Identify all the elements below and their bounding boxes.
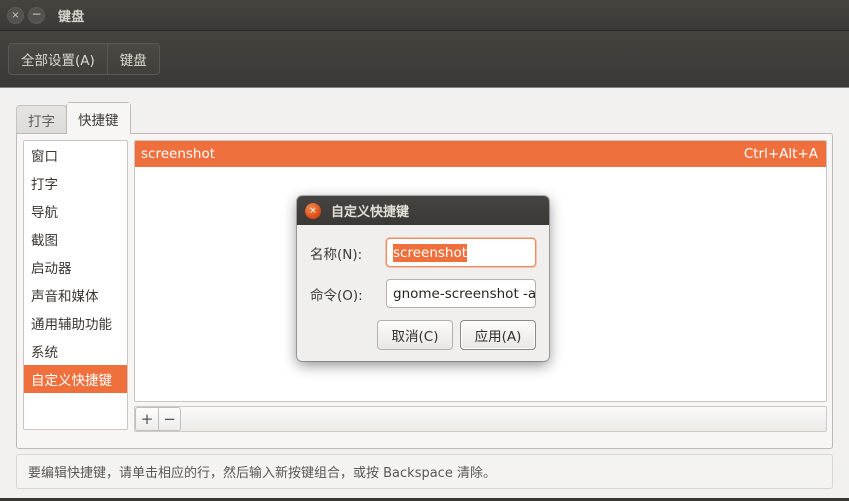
minus-icon[interactable]: − bbox=[158, 407, 181, 431]
dialog-buttons: 取消(C) 应用(A) bbox=[310, 320, 536, 350]
plus-icon[interactable]: + bbox=[135, 407, 158, 431]
sidebar-item-system[interactable]: 系统 bbox=[24, 337, 127, 365]
sidebar-item-sound-and-media[interactable]: 声音和媒体 bbox=[24, 281, 127, 309]
window-titlebar: × − 键盘 bbox=[0, 0, 849, 31]
shortcut-accelerator: Ctrl+Alt+A bbox=[743, 146, 818, 162]
tab-shortcuts[interactable]: 快捷键 bbox=[66, 102, 131, 134]
close-icon[interactable]: × bbox=[7, 6, 24, 24]
sidebar-item-screenshots[interactable]: 截图 bbox=[24, 225, 127, 253]
sidebar-item-navigation[interactable]: 导航 bbox=[24, 197, 127, 225]
dialog-title: 自定义快捷键 bbox=[331, 205, 410, 220]
settings-toolbar: 全部设置(A) 键盘 bbox=[0, 31, 849, 88]
window-title: 键盘 bbox=[58, 9, 85, 25]
table-row[interactable]: screenshot Ctrl+Alt+A bbox=[135, 141, 826, 167]
command-field[interactable]: gnome-screenshot -a bbox=[386, 279, 536, 308]
command-label: 命令(O): bbox=[310, 287, 363, 304]
tabstrip: 打字 快捷键 bbox=[16, 102, 131, 134]
sidebar-item-typing[interactable]: 打字 bbox=[24, 169, 127, 197]
command-row: 命令(O): gnome-screenshot -a bbox=[310, 279, 536, 308]
tab-typing[interactable]: 打字 bbox=[16, 105, 67, 134]
category-list[interactable]: 窗口 打字 导航 截图 启动器 声音和媒体 通用辅助功能 系统 自定义快捷键 bbox=[23, 140, 128, 430]
name-label: 名称(N): bbox=[310, 246, 363, 263]
name-field-value: screenshot bbox=[393, 243, 468, 262]
keyboard-settings-window: × − 键盘 全部设置(A) 键盘 打字 快捷键 窗口 打字 导航 截图 启动器… bbox=[0, 0, 849, 501]
sidebar-item-custom-shortcuts[interactable]: 自定义快捷键 bbox=[24, 365, 127, 393]
name-row: 名称(N): screenshot bbox=[310, 238, 536, 267]
sidebar-item-universal-access[interactable]: 通用辅助功能 bbox=[24, 309, 127, 337]
keyboard-button[interactable]: 键盘 bbox=[106, 43, 160, 75]
dialog-body: 名称(N): screenshot 命令(O): gnome-screensho… bbox=[297, 225, 549, 361]
toolbar-button-group: 全部设置(A) 键盘 bbox=[8, 43, 160, 75]
hint-text: 要编辑快捷键，请单击相应的行，然后输入新按键组合，或按 Backspace 清除… bbox=[16, 454, 833, 489]
custom-shortcut-dialog: × 自定义快捷键 名称(N): screenshot 命令(O): gnome-… bbox=[297, 196, 549, 361]
shortcut-name: screenshot bbox=[141, 146, 216, 162]
dialog-close-icon[interactable]: × bbox=[305, 202, 321, 219]
cancel-button[interactable]: 取消(C) bbox=[377, 320, 453, 350]
sidebar-item-launchers[interactable]: 启动器 bbox=[24, 253, 127, 281]
list-action-toolbar: + − bbox=[134, 406, 827, 432]
apply-button[interactable]: 应用(A) bbox=[460, 320, 536, 350]
command-field-value: gnome-screenshot -a bbox=[393, 285, 536, 302]
sidebar-item-windows[interactable]: 窗口 bbox=[24, 141, 127, 169]
dialog-titlebar: × 自定义快捷键 bbox=[297, 196, 549, 225]
all-settings-button[interactable]: 全部设置(A) bbox=[8, 43, 107, 75]
minimize-icon[interactable]: − bbox=[28, 6, 45, 24]
name-field[interactable]: screenshot bbox=[386, 238, 536, 267]
